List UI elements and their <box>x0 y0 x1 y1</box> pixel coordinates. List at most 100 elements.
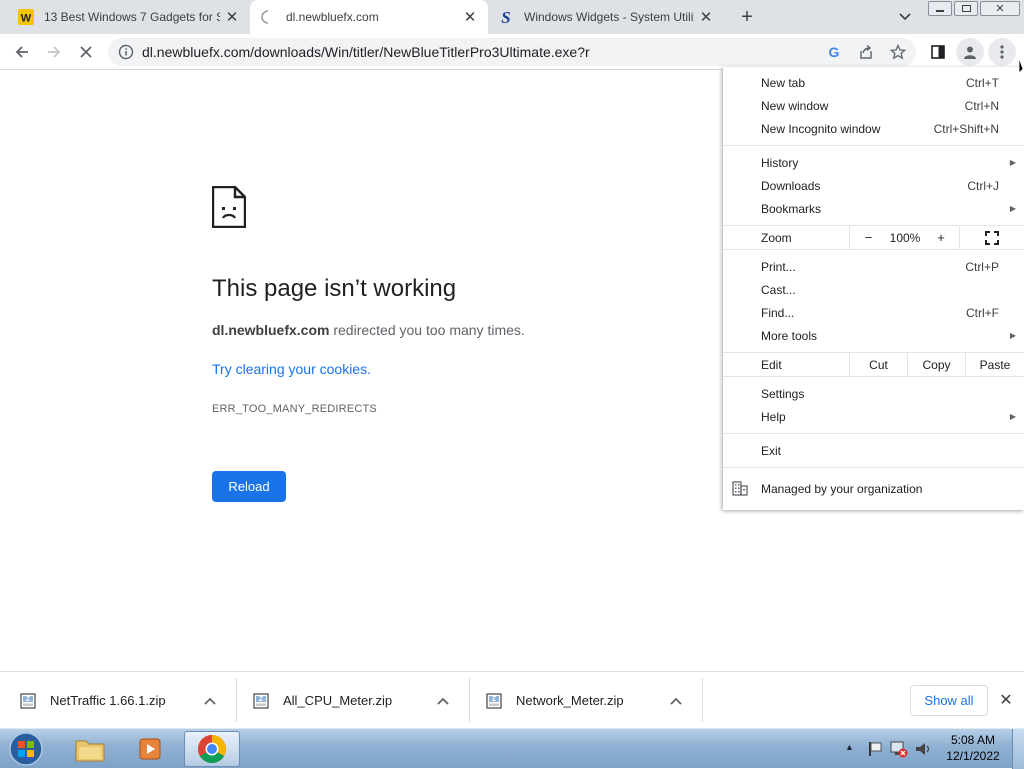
forward-button[interactable] <box>40 38 68 66</box>
menu-item-new-tab[interactable]: New tab Ctrl+T <box>723 71 1024 94</box>
fullscreen-icon[interactable] <box>959 226 1024 249</box>
chevron-up-icon[interactable] <box>200 691 220 711</box>
url-text[interactable]: dl.newbluefx.com/downloads/Win/titler/Ne… <box>142 44 590 60</box>
menu-item-bookmarks[interactable]: Bookmarks ▶ <box>723 197 1024 220</box>
zoom-in-button[interactable]: + <box>923 226 959 249</box>
menu-item-print[interactable]: Print... Ctrl+P <box>723 255 1024 278</box>
close-shelf-icon[interactable]: ✕ <box>996 690 1016 710</box>
menu-item-new-window[interactable]: New window Ctrl+N <box>723 94 1024 117</box>
menu-item-label: Cast... <box>761 282 796 297</box>
menu-item-help[interactable]: Help ▶ <box>723 405 1024 428</box>
menu-item-label: Find... <box>761 305 795 320</box>
media-player-taskbar-button[interactable] <box>122 731 178 767</box>
explorer-taskbar-button[interactable] <box>62 731 118 767</box>
zoom-out-button[interactable]: − <box>849 226 887 249</box>
start-button[interactable] <box>6 730 46 768</box>
close-tab-icon[interactable]: ✕ <box>220 5 244 29</box>
cut-button[interactable]: Cut <box>849 353 907 376</box>
loading-spinner-icon <box>260 9 276 25</box>
menu-row-zoom: Zoom − 100% + <box>723 226 1024 249</box>
menu-item-label: Settings <box>761 386 805 401</box>
new-tab-button[interactable]: + <box>734 5 760 29</box>
menu-item-new-incognito[interactable]: New Incognito window Ctrl+Shift+N <box>723 117 1024 140</box>
show-hidden-icons-button[interactable]: ▲ <box>845 742 854 752</box>
minimize-button[interactable] <box>928 1 952 16</box>
download-item[interactable]: Z All_CPU_Meter.zip <box>253 672 469 729</box>
stop-loading-button[interactable] <box>72 38 100 66</box>
profile-avatar-icon[interactable] <box>956 38 984 66</box>
download-filename: NetTraffic 1.66.1.zip <box>50 693 166 708</box>
menu-item-managed[interactable]: Managed by your organization <box>723 477 1024 500</box>
menu-item-label: Exit <box>761 443 782 458</box>
tab-windows-widgets[interactable]: S Windows Widgets - System Utilit ✕ <box>488 0 726 34</box>
close-window-button[interactable]: ✕ <box>980 1 1020 16</box>
clear-cookies-link[interactable]: Try clearing your cookies. <box>212 361 371 377</box>
system-clock[interactable]: 5:08 AM 12/1/2022 <box>938 732 1008 764</box>
chrome-menu-kebab-icon[interactable] <box>988 38 1016 66</box>
chevron-up-icon[interactable] <box>433 691 453 711</box>
paste-button[interactable]: Paste <box>965 353 1024 376</box>
tab-newbluefx[interactable]: dl.newbluefx.com ✕ <box>250 0 488 34</box>
menu-item-label: New window <box>761 98 829 113</box>
submenu-arrow-icon: ▶ <box>1009 412 1016 421</box>
clock-time: 5:08 AM <box>950 733 996 747</box>
side-panel-icon[interactable] <box>924 38 952 66</box>
menu-item-label: Zoom <box>761 230 792 245</box>
close-tab-icon[interactable]: ✕ <box>458 5 482 29</box>
menu-shortcut: Ctrl+T <box>966 75 999 90</box>
folder-icon <box>75 740 105 762</box>
copy-button[interactable]: Copy <box>907 353 965 376</box>
restore-button[interactable] <box>954 1 978 16</box>
building-icon <box>732 480 748 499</box>
menu-item-more-tools[interactable]: More tools ▶ <box>723 324 1024 347</box>
media-player-icon <box>139 738 161 760</box>
close-tab-icon[interactable]: ✕ <box>694 5 718 29</box>
tab-windows-gadgets[interactable]: W 13 Best Windows 7 Gadgets for S ✕ <box>0 0 250 34</box>
svg-text:S: S <box>501 9 510 25</box>
menu-item-downloads[interactable]: Downloads Ctrl+J <box>723 174 1024 197</box>
submenu-arrow-icon: ▶ <box>1009 158 1016 167</box>
windows-start-orb-icon <box>9 732 43 766</box>
network-error-icon[interactable] <box>890 740 908 763</box>
tab-title: 13 Best Windows 7 Gadgets for S <box>44 10 220 24</box>
download-item[interactable]: Z Network_Meter.zip <box>486 672 702 729</box>
tab-search-chevron-icon[interactable] <box>894 7 916 27</box>
action-center-flag-icon[interactable] <box>866 740 884 763</box>
error-description-text: redirected you too many times. <box>329 322 525 338</box>
submenu-arrow-icon: ▶ <box>1009 204 1016 213</box>
error-title: This page isn’t working <box>212 275 457 302</box>
menu-item-label: History <box>761 155 799 170</box>
menu-item-label: Help <box>761 409 786 424</box>
menu-row-edit: Edit Cut Copy Paste <box>723 353 1024 376</box>
back-button[interactable] <box>8 38 36 66</box>
bookmark-star-icon[interactable] <box>884 38 912 66</box>
submenu-arrow-icon: ▶ <box>1009 331 1016 340</box>
volume-icon[interactable] <box>914 740 932 763</box>
downloads-shelf: Z NetTraffic 1.66.1.zip Z All_CPU_Meter.… <box>0 671 1024 728</box>
s-favicon-icon: S <box>498 9 514 25</box>
share-icon[interactable] <box>852 38 880 66</box>
site-info-icon[interactable] <box>118 44 134 60</box>
reload-button[interactable]: Reload <box>212 471 286 502</box>
google-lens-icon[interactable]: G <box>820 38 848 66</box>
menu-shortcut: Ctrl+Shift+N <box>933 121 999 136</box>
chrome-taskbar-button[interactable] <box>184 731 240 767</box>
address-bar[interactable]: dl.newbluefx.com/downloads/Win/titler/Ne… <box>108 38 916 66</box>
error-domain: dl.newbluefx.com <box>212 322 330 338</box>
show-desktop-button[interactable] <box>1012 729 1024 769</box>
menu-item-label: New tab <box>761 75 806 90</box>
menu-item-find[interactable]: Find... Ctrl+F <box>723 301 1024 324</box>
download-item[interactable]: Z NetTraffic 1.66.1.zip <box>20 672 236 729</box>
zip-file-icon: Z <box>486 692 502 709</box>
menu-item-settings[interactable]: Settings <box>723 382 1024 405</box>
chevron-up-icon[interactable] <box>666 691 686 711</box>
menu-item-exit[interactable]: Exit <box>723 439 1024 462</box>
show-all-button[interactable]: Show all <box>910 685 988 716</box>
tab-title: Windows Widgets - System Utilit <box>524 10 694 24</box>
menu-item-label: New Incognito window <box>761 121 881 136</box>
menu-item-history[interactable]: History ▶ <box>723 151 1024 174</box>
clock-date: 12/1/2022 <box>946 749 1000 763</box>
zoom-level: 100% <box>889 230 921 245</box>
svg-text:W: W <box>21 13 32 25</box>
menu-item-cast[interactable]: Cast... <box>723 278 1024 301</box>
